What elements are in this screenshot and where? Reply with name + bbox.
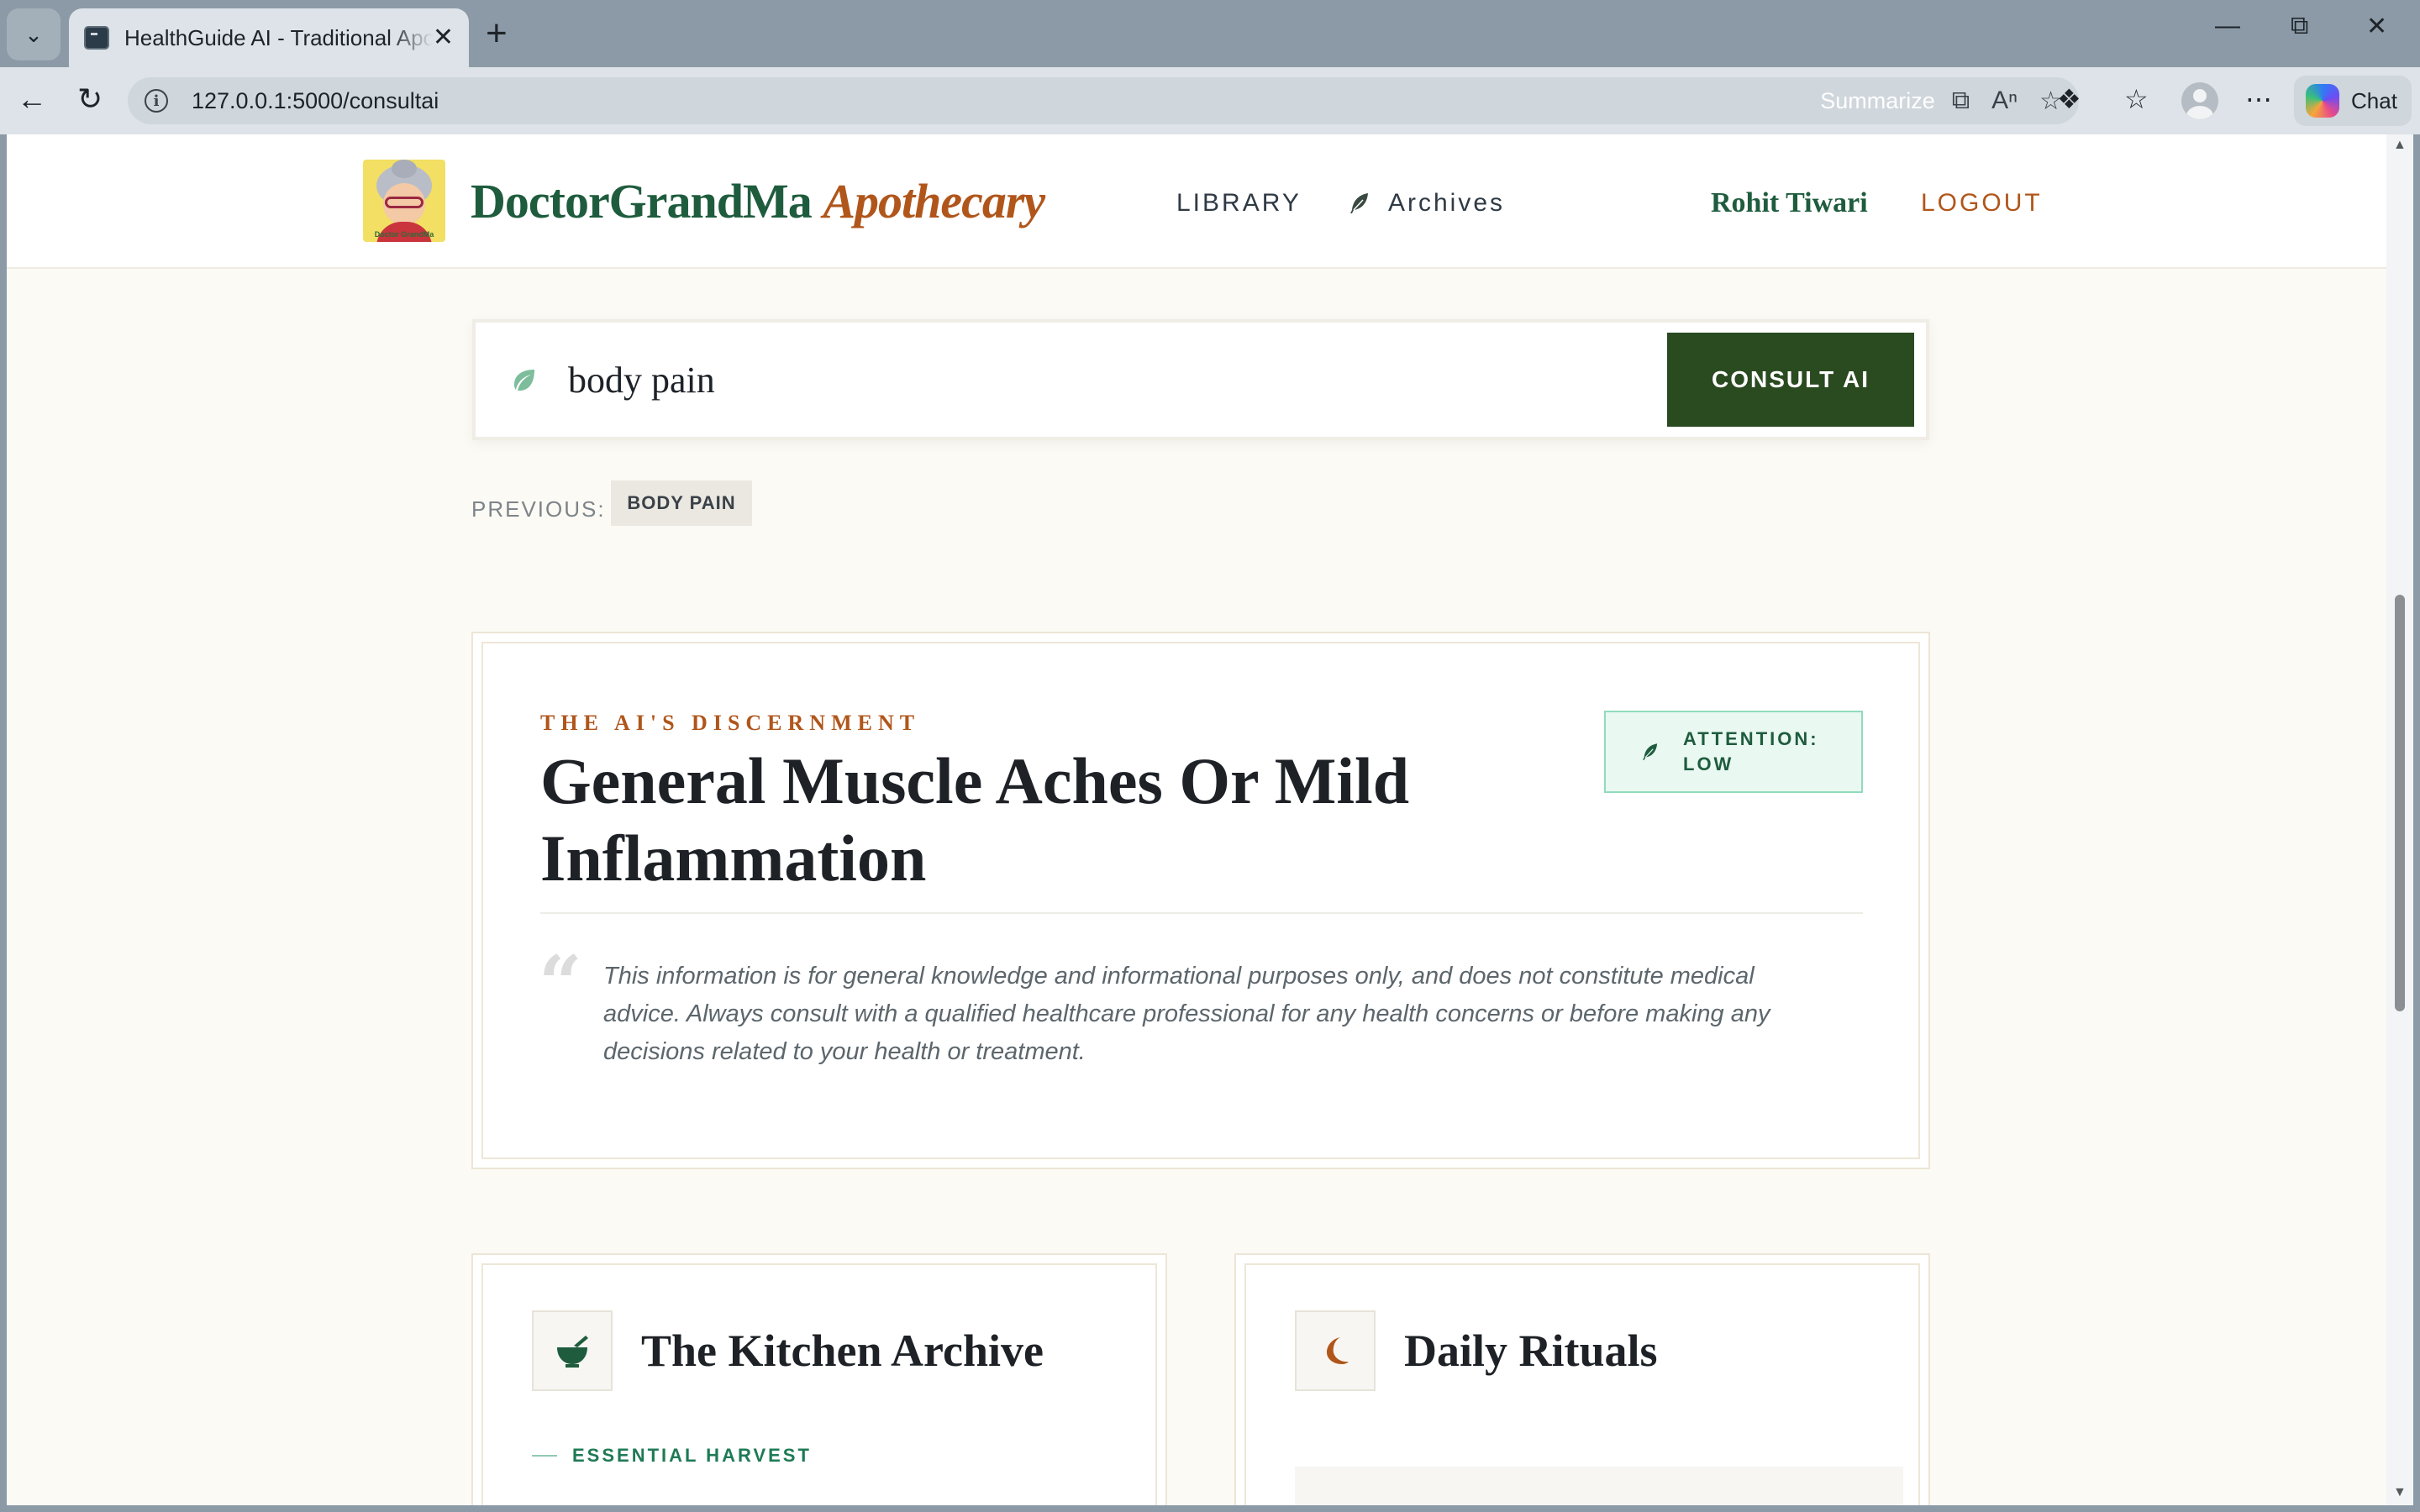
read-aloud-icon[interactable]: Aⁿ [1991,87,2018,115]
browser-tab-active[interactable]: HealthGuide AI - Traditional Apothecary … [69,8,469,67]
ritual-content-block [1295,1467,1903,1505]
kitchen-archive-card: The Kitchen Archive ESSENTIAL HARVEST [471,1253,1167,1505]
new-tab-icon[interactable]: + [486,13,508,54]
feather-icon [1643,743,1658,760]
divider [540,912,1863,914]
back-icon[interactable]: ← [17,81,47,118]
result-kicker: THE AI'S DISCERNMENT [540,711,921,735]
copilot-page-icon[interactable]: ⧉ [1952,87,1970,115]
quote-icon: “ [539,939,582,1028]
page-viewport: Doctor GrandMa DoctorGrandMa Apothecary … [7,134,2386,1505]
chat-label: Chat [2351,87,2397,113]
more-menu-icon[interactable]: ⋯ [2245,82,2272,116]
scroll-thumb[interactable] [2395,595,2405,1011]
search-box: CONSULT AI [472,319,1929,440]
extensions-icon[interactable]: ❖ [2057,82,2081,116]
close-tab-icon[interactable]: ✕ [433,25,454,50]
browser-tab-bar: ⌄ HealthGuide AI - Traditional Apothecar… [0,0,2420,67]
daily-rituals-card: Daily Rituals [1234,1253,1930,1505]
brand-accent: Apothecary [823,174,1045,228]
nav-library[interactable]: LIBRARY [1176,186,1302,220]
mortar-pestle-icon [532,1310,613,1391]
favorites-list-icon[interactable]: ☆ [2124,82,2149,116]
tab-title: HealthGuide AI - Traditional Apothecary [124,24,433,50]
leaf-icon [514,370,534,391]
essential-harvest-label: ESSENTIAL HARVEST [532,1443,812,1468]
scroll-down-icon[interactable]: ▼ [2393,1485,2407,1500]
diagnosis-card: THE AI'S DISCERNMENT General Muscle Ache… [471,632,1930,1169]
consult-ai-button[interactable]: CONSULT AI [1667,333,1914,427]
tab-list-button[interactable]: ⌄ [7,8,60,60]
nav-archives[interactable]: Archives [1346,186,1505,220]
chevron-down-icon: ⌄ [24,21,43,47]
copilot-icon [2306,84,2339,118]
reload-icon[interactable]: ↻ [77,81,103,118]
site-info-icon[interactable]: i [145,89,168,113]
page-scrollbar[interactable]: ▲ ▼ [2386,134,2413,1505]
symptom-search-input[interactable] [568,348,1610,412]
diagnosis-title: General Muscle Aches Or Mild Inflammatio… [540,744,1410,895]
restore-icon[interactable]: ⧉ [2291,12,2308,40]
summarize-button[interactable]: Summarize [1820,88,1935,114]
dash-divider [532,1455,557,1457]
brand-primary: DoctorGrandMa [471,174,813,228]
address-bar[interactable]: i 127.0.0.1:5000/consultai Summarize ⧉ A… [128,77,2079,124]
essential-harvest-text: ESSENTIAL HARVEST [572,1445,812,1466]
moon-icon [1295,1310,1376,1391]
copilot-chat-button[interactable]: Chat [2294,76,2412,126]
nav-archives-label: Archives [1388,189,1506,217]
logout-link[interactable]: LOGOUT [1921,186,2043,220]
previous-search-chip[interactable]: BODY PAIN [611,480,752,526]
logo-caption: Doctor GrandMa [374,230,434,239]
profile-avatar[interactable] [2181,82,2218,119]
grandma-logo[interactable]: Doctor GrandMa [363,160,445,242]
attention-level: ATTENTION: LOW [1683,728,1819,774]
medical-disclaimer: This information is for general knowledg… [603,963,1770,1065]
terminal-favicon-icon [84,26,109,50]
user-name[interactable]: Rohit Tiwari [1711,185,1868,222]
kitchen-archive-title: The Kitchen Archive [641,1326,1044,1376]
feather-icon [1350,193,1368,213]
url-text: 127.0.0.1:5000/consultai [192,87,439,113]
attention-badge: ATTENTION: LOW [1604,711,1863,793]
scroll-up-icon[interactable]: ▲ [2393,138,2407,153]
close-window-icon[interactable]: ✕ [2366,12,2387,41]
daily-rituals-title: Daily Rituals [1404,1326,1658,1376]
previous-label: PREVIOUS: [471,496,606,522]
minimize-icon[interactable]: — [2215,12,2240,40]
brand-title[interactable]: DoctorGrandMa Apothecary [471,168,1045,235]
